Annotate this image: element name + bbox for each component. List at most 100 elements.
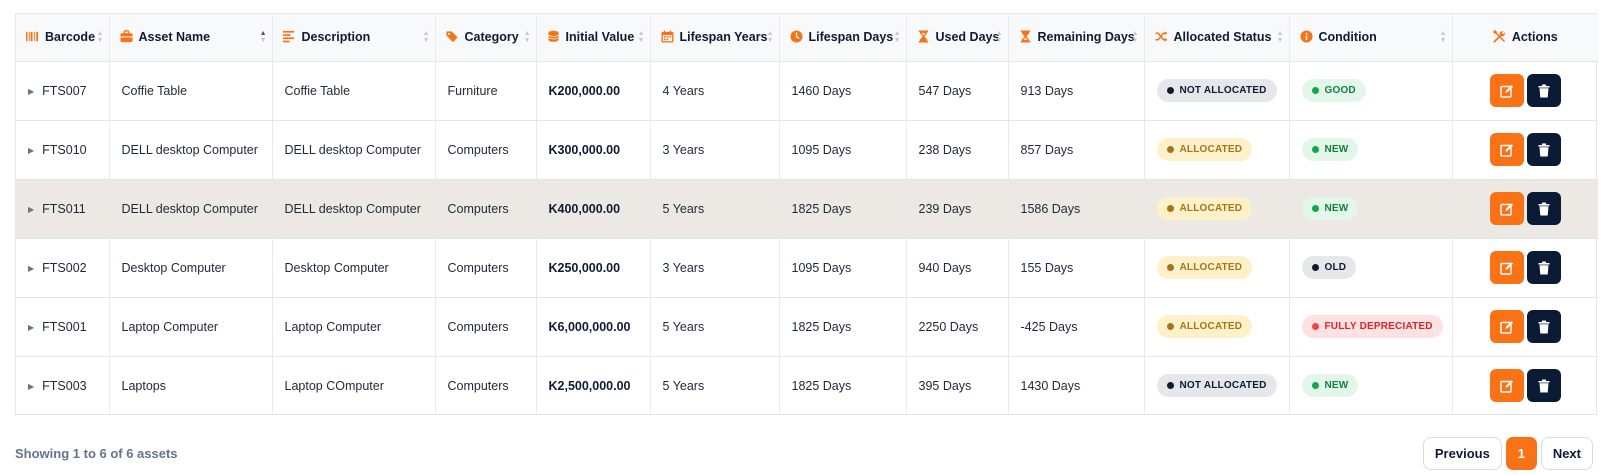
cell-barcode: ▶ FTS007 xyxy=(16,61,110,121)
caret-right-icon[interactable]: ▶ xyxy=(28,323,34,332)
hourglass-end-icon xyxy=(1019,30,1032,43)
sort-icon[interactable]: ▲ ▼ xyxy=(894,30,901,44)
status-dot xyxy=(1166,146,1174,153)
column-header-asset-name[interactable]: Asset Name ▲ ▼ xyxy=(109,14,273,62)
badge-label: ALLOCATED xyxy=(1179,144,1243,155)
sort-icon[interactable]: ▲ ▼ xyxy=(996,30,1003,44)
edit-button[interactable] xyxy=(1489,192,1524,225)
badge-label: NOT ALLOCATED xyxy=(1179,85,1267,96)
condition-badge: NEW xyxy=(1301,374,1359,398)
badge-label: OLD xyxy=(1324,262,1347,273)
cell-actions xyxy=(1452,120,1598,180)
column-header-category[interactable]: Category ▲ ▼ xyxy=(435,14,537,62)
delete-button[interactable] xyxy=(1526,369,1561,403)
pagination: Previous 1 Next xyxy=(1422,437,1593,470)
cell-used-days: 547 Days xyxy=(906,61,1009,121)
delete-button[interactable] xyxy=(1526,310,1561,343)
cell-used-days: 940 Days xyxy=(906,238,1009,298)
badge-label: ALLOCATED xyxy=(1179,321,1243,332)
status-dot xyxy=(1311,205,1319,212)
cell-barcode: ▶ FTS002 xyxy=(16,238,110,298)
cell-condition: FULLY DEPRECIATED xyxy=(1289,297,1453,357)
caret-right-icon[interactable]: ▶ xyxy=(28,264,34,273)
sort-icon[interactable]: ▲ ▼ xyxy=(1132,30,1139,44)
caret-right-icon[interactable]: ▶ xyxy=(28,146,34,155)
sort-icon[interactable]: ▲ ▼ xyxy=(260,30,267,44)
sort-icon[interactable]: ▲ ▼ xyxy=(767,30,774,44)
caret-right-icon[interactable]: ▶ xyxy=(28,87,34,96)
cell-used-days: 2250 Days xyxy=(906,297,1009,357)
cell-condition: NEW xyxy=(1289,356,1453,415)
delete-button[interactable] xyxy=(1526,133,1561,166)
condition-badge: GOOD xyxy=(1301,79,1366,102)
edit-button[interactable] xyxy=(1489,310,1524,343)
column-header-lifespan-days[interactable]: Lifespan Days ▲ ▼ xyxy=(779,14,907,62)
assets-table-container: Barcode ▲ ▼ Asset Name ▲ ▼ Description ▲ ▼ Catego… xyxy=(15,13,1598,415)
cell-description: DELL desktop Computer xyxy=(272,179,436,239)
edit-button[interactable] xyxy=(1489,369,1524,403)
status-badge: NOT ALLOCATED xyxy=(1156,79,1277,102)
sort-icon[interactable]: ▲ ▼ xyxy=(97,30,104,44)
delete-button[interactable] xyxy=(1526,192,1561,225)
status-dot xyxy=(1166,382,1174,390)
hourglass-start-icon xyxy=(917,30,930,43)
table-row[interactable]: ▶ FTS011 DELL desktop Computer DELL desktop… xyxy=(16,179,1598,239)
badge-label: ALLOCATED xyxy=(1179,262,1243,273)
previous-page-button[interactable]: Previous xyxy=(1422,437,1502,470)
cell-asset-name: Laptop Computer xyxy=(109,297,273,357)
cell-description: Desktop Computer xyxy=(272,238,436,298)
barcode-icon xyxy=(26,30,39,43)
edit-button[interactable] xyxy=(1489,251,1524,284)
table-row[interactable]: ▶ FTS010 DELL desktop Computer DELL desktop… xyxy=(16,120,1598,180)
status-badge: ALLOCATED xyxy=(1156,315,1253,338)
column-header-label: Lifespan Days xyxy=(808,30,894,45)
column-header-barcode[interactable]: Barcode ▲ ▼ xyxy=(16,14,110,62)
caret-right-icon[interactable]: ▶ xyxy=(28,205,34,214)
table-row[interactable]: ▶ FTS007 Coffie Table Coffie Table Furniture… xyxy=(16,61,1598,121)
column-header-allocated-status[interactable]: Allocated Status ▲ ▼ xyxy=(1144,14,1290,62)
table-row[interactable]: ▶ FTS002 Desktop Computer Desktop Computer C… xyxy=(16,238,1598,298)
cell-used-days: 395 Days xyxy=(906,356,1009,415)
cell-used-days: 238 Days xyxy=(906,120,1009,180)
cell-allocated-status: ALLOCATED xyxy=(1144,297,1290,357)
table-row[interactable]: ▶ FTS003 Laptops Laptop COmputer Computers K2… xyxy=(16,356,1598,415)
edit-button[interactable] xyxy=(1489,74,1524,107)
cell-condition: GOOD xyxy=(1289,61,1453,121)
delete-button[interactable] xyxy=(1526,74,1561,107)
cell-used-days: 239 Days xyxy=(906,179,1009,239)
column-header-label: Used Days xyxy=(935,30,1000,45)
info-circle-icon xyxy=(1299,30,1313,43)
status-dot xyxy=(1166,264,1174,271)
next-page-button[interactable]: Next xyxy=(1540,437,1593,470)
column-header-lifespan-years[interactable]: Lifespan Years ▲ ▼ xyxy=(650,14,780,62)
table-row[interactable]: ▶ FTS001 Laptop Computer Laptop Computer Com… xyxy=(16,297,1598,357)
sort-icon[interactable]: ▲ ▼ xyxy=(524,30,531,44)
edit-icon xyxy=(1500,320,1514,334)
cell-asset-name: Coffie Table xyxy=(109,61,273,121)
column-header-initial-value[interactable]: Initial Value ▲ ▼ xyxy=(536,14,651,62)
cell-barcode: ▶ FTS011 xyxy=(16,179,110,239)
sort-icon[interactable]: ▲ ▼ xyxy=(1440,30,1447,44)
delete-button[interactable] xyxy=(1526,251,1561,284)
badge-label: NOT ALLOCATED xyxy=(1179,380,1267,392)
sort-icon[interactable]: ▲ ▼ xyxy=(423,30,430,44)
column-header-label: Actions xyxy=(1511,30,1558,45)
status-dot xyxy=(1166,205,1174,212)
sort-icon[interactable]: ▲ ▼ xyxy=(1277,30,1284,44)
column-header-remaining-days[interactable]: Remaining Days ▲ ▼ xyxy=(1008,14,1145,62)
sort-icon[interactable]: ▲ ▼ xyxy=(638,30,645,44)
cell-remaining-days: 913 Days xyxy=(1008,61,1145,121)
shuffle-icon xyxy=(1154,30,1168,43)
caret-right-icon[interactable]: ▶ xyxy=(28,382,34,391)
page-1-button[interactable]: 1 xyxy=(1505,437,1537,470)
trash-icon xyxy=(1537,143,1551,157)
cell-allocated-status: NOT ALLOCATED xyxy=(1144,61,1290,121)
cell-category: Computers xyxy=(435,238,537,298)
badge-label: NEW xyxy=(1324,144,1349,155)
edit-button[interactable] xyxy=(1489,133,1524,166)
column-header-description[interactable]: Description ▲ ▼ xyxy=(272,14,436,62)
cell-lifespan-days: 1460 Days xyxy=(779,61,907,121)
column-header-used-days[interactable]: Used Days ▲ ▼ xyxy=(906,14,1009,62)
column-header-condition[interactable]: Condition ▲ ▼ xyxy=(1289,14,1453,62)
barcode-value: FTS007 xyxy=(42,83,87,98)
